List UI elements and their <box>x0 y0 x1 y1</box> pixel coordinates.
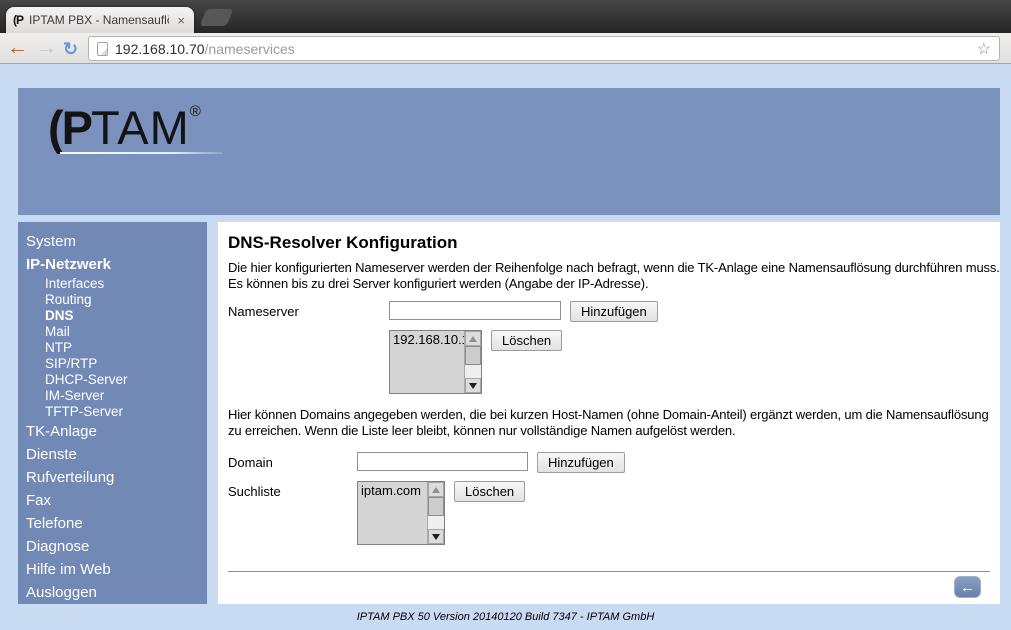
domain-input[interactable] <box>357 452 528 471</box>
searchlist-list-item[interactable]: iptam.com <box>358 482 427 499</box>
sidebar-item-hilfe-im-web[interactable]: Hilfe im Web <box>26 558 207 581</box>
url-text[interactable]: 192.168.10.70/nameservices <box>115 41 970 57</box>
tab-title: IPTAM PBX - Namensauflö <box>29 13 169 27</box>
logo-ip-mark: (P <box>48 101 91 154</box>
sidebar-item-sip-rtp[interactable]: SIP/RTP <box>26 356 207 372</box>
main-content: DNS-Resolver Konfiguration Die hier konf… <box>218 222 1000 604</box>
intro-text: Die hier konfigurierten Nameserver werde… <box>228 260 990 292</box>
sidebar-item-dns[interactable]: DNS <box>26 308 207 324</box>
back-button[interactable]: ← <box>954 576 981 598</box>
header-banner: (PTAM® <box>18 88 1000 215</box>
scrollbar-thumb[interactable] <box>428 497 444 516</box>
sidebar-item-im-server[interactable]: IM-Server <box>26 388 207 404</box>
footer-version-text: IPTAM PBX 50 Version 20140120 Build 7347… <box>18 604 993 629</box>
sidebar-item-routing[interactable]: Routing <box>26 292 207 308</box>
registered-mark-icon: ® <box>190 103 201 120</box>
domains-text: Hier können Domains angegeben werden, di… <box>228 407 990 439</box>
searchlist-delete-button[interactable]: Löschen <box>454 481 525 502</box>
page-title: DNS-Resolver Konfiguration <box>228 233 990 253</box>
iptam-favicon-icon: (P <box>13 13 23 27</box>
new-tab-button[interactable] <box>200 9 234 26</box>
scroll-down-icon[interactable] <box>465 378 481 393</box>
searchlist-label: Suchliste <box>228 481 357 499</box>
sidebar-item-rufverteilung[interactable]: Rufverteilung <box>26 466 207 489</box>
sidebar-item-telefone[interactable]: Telefone <box>26 512 207 535</box>
nameserver-list-item[interactable]: 192.168.10.1 <box>390 331 464 348</box>
sidebar-item-mail[interactable]: Mail <box>26 324 207 340</box>
domain-label: Domain <box>228 452 357 470</box>
browser-tab[interactable]: (P IPTAM PBX - Namensauflö × <box>6 7 194 33</box>
nameserver-input[interactable] <box>389 301 561 320</box>
scroll-up-icon[interactable] <box>465 331 481 346</box>
scroll-up-icon[interactable] <box>428 482 444 497</box>
searchlist-listbox[interactable]: iptam.com <box>357 481 445 545</box>
sidebar-item-ausloggen[interactable]: Ausloggen <box>26 581 207 604</box>
sidebar-item-ntp[interactable]: NTP <box>26 340 207 356</box>
sidebar-item-diagnose[interactable]: Diagnose <box>26 535 207 558</box>
iptam-logo: (PTAM® <box>48 100 201 155</box>
listbox-scrollbar[interactable] <box>464 331 481 393</box>
nameserver-add-button[interactable]: Hinzufügen <box>570 301 658 322</box>
url-path: /nameservices <box>205 41 295 57</box>
sidebar-item-tk-anlage[interactable]: TK-Anlage <box>26 420 207 443</box>
url-bar[interactable]: 192.168.10.70/nameservices ☆ <box>88 36 1000 61</box>
tab-close-icon[interactable]: × <box>175 13 187 28</box>
sidebar-item-system[interactable]: System <box>26 230 207 253</box>
logo-tam-text: TAM <box>91 101 190 154</box>
logo-underline <box>60 152 222 154</box>
browser-reload-icon[interactable]: ↻ <box>63 35 78 63</box>
left-arrow-icon: ← <box>960 579 975 596</box>
url-host: 192.168.10.70 <box>115 41 205 57</box>
scrollbar-thumb[interactable] <box>465 346 481 365</box>
divider <box>228 571 990 572</box>
page: (PTAM® System IP-Netzwerk Interfaces Rou… <box>0 64 1011 629</box>
nameserver-listbox[interactable]: 192.168.10.1 <box>389 330 482 394</box>
sidebar-item-interfaces[interactable]: Interfaces <box>26 276 207 292</box>
sidebar-item-dienste[interactable]: Dienste <box>26 443 207 466</box>
sidebar: System IP-Netzwerk Interfaces Routing DN… <box>18 222 207 604</box>
sidebar-item-tftp-server[interactable]: TFTP-Server <box>26 404 207 420</box>
browser-back-icon[interactable]: ← <box>7 34 28 62</box>
listbox-scrollbar[interactable] <box>427 482 444 544</box>
tab-strip: (P IPTAM PBX - Namensauflö × <box>0 0 1011 33</box>
sidebar-item-dhcp-server[interactable]: DHCP-Server <box>26 372 207 388</box>
scroll-down-icon[interactable] <box>428 529 444 544</box>
bookmark-star-icon[interactable]: ☆ <box>977 39 991 59</box>
browser-forward-icon[interactable]: → <box>36 34 57 62</box>
nameserver-delete-button[interactable]: Löschen <box>491 330 562 351</box>
nameserver-label: Nameserver <box>228 301 389 319</box>
sidebar-item-fax[interactable]: Fax <box>26 489 207 512</box>
domain-add-button[interactable]: Hinzufügen <box>537 452 625 473</box>
sidebar-item-ip-netzwerk[interactable]: IP-Netzwerk <box>26 253 207 276</box>
browser-toolbar: ← → ↻ 192.168.10.70/nameservices ☆ <box>0 33 1011 64</box>
page-document-icon <box>97 42 108 56</box>
